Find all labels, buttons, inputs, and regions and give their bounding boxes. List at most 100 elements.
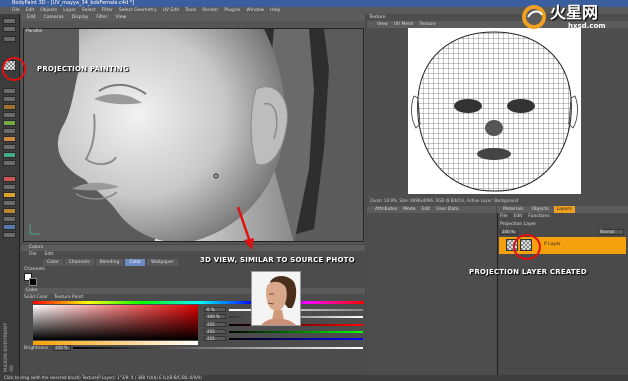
menu-select-geometry[interactable]: Select Geometry <box>119 7 157 14</box>
tab-materials[interactable]: Materials <box>500 206 527 213</box>
annotation-arrow-icon <box>236 206 254 250</box>
attributes-menu-edit[interactable]: Edit <box>421 206 430 213</box>
watermark-url: hxsd.com <box>568 22 606 30</box>
texture-panel-title: Texture <box>369 15 386 20</box>
fill-tool-icon[interactable] <box>3 104 16 110</box>
clone-tool-icon[interactable] <box>3 112 16 118</box>
annotation-3d-view: 3D VIEW, SIMILAR TO SOURCE PHOTO <box>200 256 355 264</box>
menu-objects[interactable]: Objects <box>40 7 57 14</box>
uv-mesh-wireframe <box>408 28 581 194</box>
layers-menu-file[interactable]: File <box>500 214 508 220</box>
layer-name: P Layer <box>544 242 561 247</box>
value-field-g[interactable]: 255 <box>204 329 226 334</box>
menu-edit[interactable]: Edit <box>26 7 35 14</box>
hue-slider[interactable] <box>33 301 364 304</box>
head-model-render <box>24 29 363 241</box>
viewport-menu-cameras[interactable]: Cameras <box>44 14 64 21</box>
site-watermark: 火星网 hxsd.com <box>520 2 628 32</box>
menu-filter[interactable]: Filter <box>102 7 113 14</box>
channels-label: Channels <box>24 267 45 272</box>
texture-status-text: Zoom: 10.9%, Size: 4096x4096, RGB (8 Bit… <box>370 198 519 203</box>
viewport-menu-filter[interactable]: Filter <box>96 14 107 21</box>
blend-mode-select[interactable]: Normal <box>598 229 624 235</box>
menu-render[interactable]: Render <box>202 7 218 14</box>
value-field-1[interactable]: 0 % <box>204 307 226 312</box>
annotation-projection-painting: PROJECTION PAINTING <box>37 65 129 73</box>
value-field-2[interactable]: 100 % <box>204 314 226 319</box>
viewport-menu-edit[interactable]: Edit <box>27 14 36 21</box>
texture-menu-texture[interactable]: Texture <box>419 21 435 28</box>
attributes-panel <box>367 206 496 376</box>
attributes-menu-user-data[interactable]: User Data <box>436 206 458 213</box>
menu-tools[interactable]: Tools <box>185 7 196 14</box>
tab-objects[interactable]: Objects <box>529 206 552 213</box>
texture-axis-icon[interactable] <box>3 224 16 230</box>
layer-tool-icon[interactable] <box>3 176 16 182</box>
texture-menu-view[interactable]: View <box>377 21 388 28</box>
redo-tool-icon[interactable] <box>3 26 16 32</box>
menu-uv-edit[interactable]: UV Edit <box>163 7 180 14</box>
viewport-menu-display[interactable]: Display <box>72 14 89 21</box>
smudge-tool-icon[interactable] <box>3 120 16 126</box>
slider-blue[interactable] <box>229 338 363 340</box>
colors-menu-file[interactable]: File <box>29 251 37 258</box>
selection-tool-icon[interactable] <box>3 128 16 134</box>
menu-layer[interactable]: Layer <box>63 7 76 14</box>
background-color-swatch[interactable] <box>29 278 37 286</box>
maxon-side-logo: MAXON BODYPAINT 3D <box>4 322 15 372</box>
color-picker-field[interactable] <box>33 305 198 340</box>
annotation-layer-created: PROJECTION LAYER CREATED <box>469 268 587 276</box>
projection-tool-highlight-circle <box>2 57 26 81</box>
tab-color[interactable]: Color <box>43 259 63 266</box>
menu-window[interactable]: Window <box>246 7 264 14</box>
brush-tool-icon[interactable] <box>3 88 16 94</box>
layers-panel-tabs: Materials Objects Layers <box>497 206 628 213</box>
slider-green[interactable] <box>229 331 363 333</box>
brightness-field[interactable]: 100 % <box>53 345 71 351</box>
uv-texture-canvas[interactable] <box>408 28 581 194</box>
attributes-menu-mode[interactable]: Mode <box>403 206 415 213</box>
layers-submenu: File Edit Functions <box>500 214 550 220</box>
color-section-header: Color <box>24 288 365 294</box>
attributes-title: Attributes <box>375 207 398 212</box>
layer-highlight-circle <box>513 234 541 260</box>
status-bar: Click to drag (with the selected brush) … <box>0 375 628 381</box>
undo-tool-icon[interactable] <box>3 18 16 24</box>
text-tool-icon[interactable] <box>3 144 16 150</box>
snap-tool-icon[interactable] <box>3 232 16 238</box>
move-tool-icon[interactable] <box>3 36 16 42</box>
paint-setup-icon[interactable] <box>3 192 16 198</box>
axis-tool-icon[interactable] <box>3 200 16 206</box>
viewport-menubar: Edit Cameras Display Filter View <box>21 14 365 21</box>
polygon-tool-icon[interactable] <box>3 160 16 166</box>
tab-wallpaper[interactable]: Wallpaper <box>147 259 178 266</box>
value-field-r[interactable]: 255 <box>204 322 226 327</box>
menu-file[interactable]: File <box>12 7 20 14</box>
brightness-slider[interactable] <box>73 347 363 349</box>
uv-tool-icon[interactable] <box>3 152 16 158</box>
value-field-b[interactable]: 255 <box>204 336 226 341</box>
magic-wand-tool-icon[interactable] <box>3 136 16 142</box>
eraser-tool-icon[interactable] <box>3 96 16 102</box>
tab-color-active[interactable]: Color <box>125 259 146 266</box>
tab-blending[interactable]: Blending <box>95 259 124 266</box>
texture-menu-uv-mesh[interactable]: UV Mesh <box>394 21 414 28</box>
watermark-title: 火星网 <box>550 3 599 22</box>
menu-help[interactable]: Help <box>270 7 280 14</box>
source-photo <box>251 271 301 326</box>
menu-select[interactable]: Select <box>82 7 96 14</box>
viewport-3d-view[interactable] <box>23 28 364 242</box>
live-select-tool-icon[interactable] <box>3 184 16 190</box>
colors-menu-edit[interactable]: Edit <box>45 251 54 258</box>
layers-menu-edit[interactable]: Edit <box>514 214 523 220</box>
viewport-menu-view[interactable]: View <box>115 14 126 21</box>
render-tool-icon[interactable] <box>3 208 16 214</box>
menu-plugins[interactable]: Plugins <box>224 7 240 14</box>
tab-channels[interactable]: Channels <box>64 259 94 266</box>
tab-layers[interactable]: Layers <box>553 206 575 213</box>
layer-opacity-field[interactable]: 100 % <box>500 229 518 235</box>
workplane-tool-icon[interactable] <box>3 216 16 222</box>
attributes-menubar: Attributes Mode Edit User Data <box>367 206 496 213</box>
layers-menu-functions[interactable]: Functions <box>528 214 550 220</box>
brightness-label: Brightness <box>24 346 48 351</box>
